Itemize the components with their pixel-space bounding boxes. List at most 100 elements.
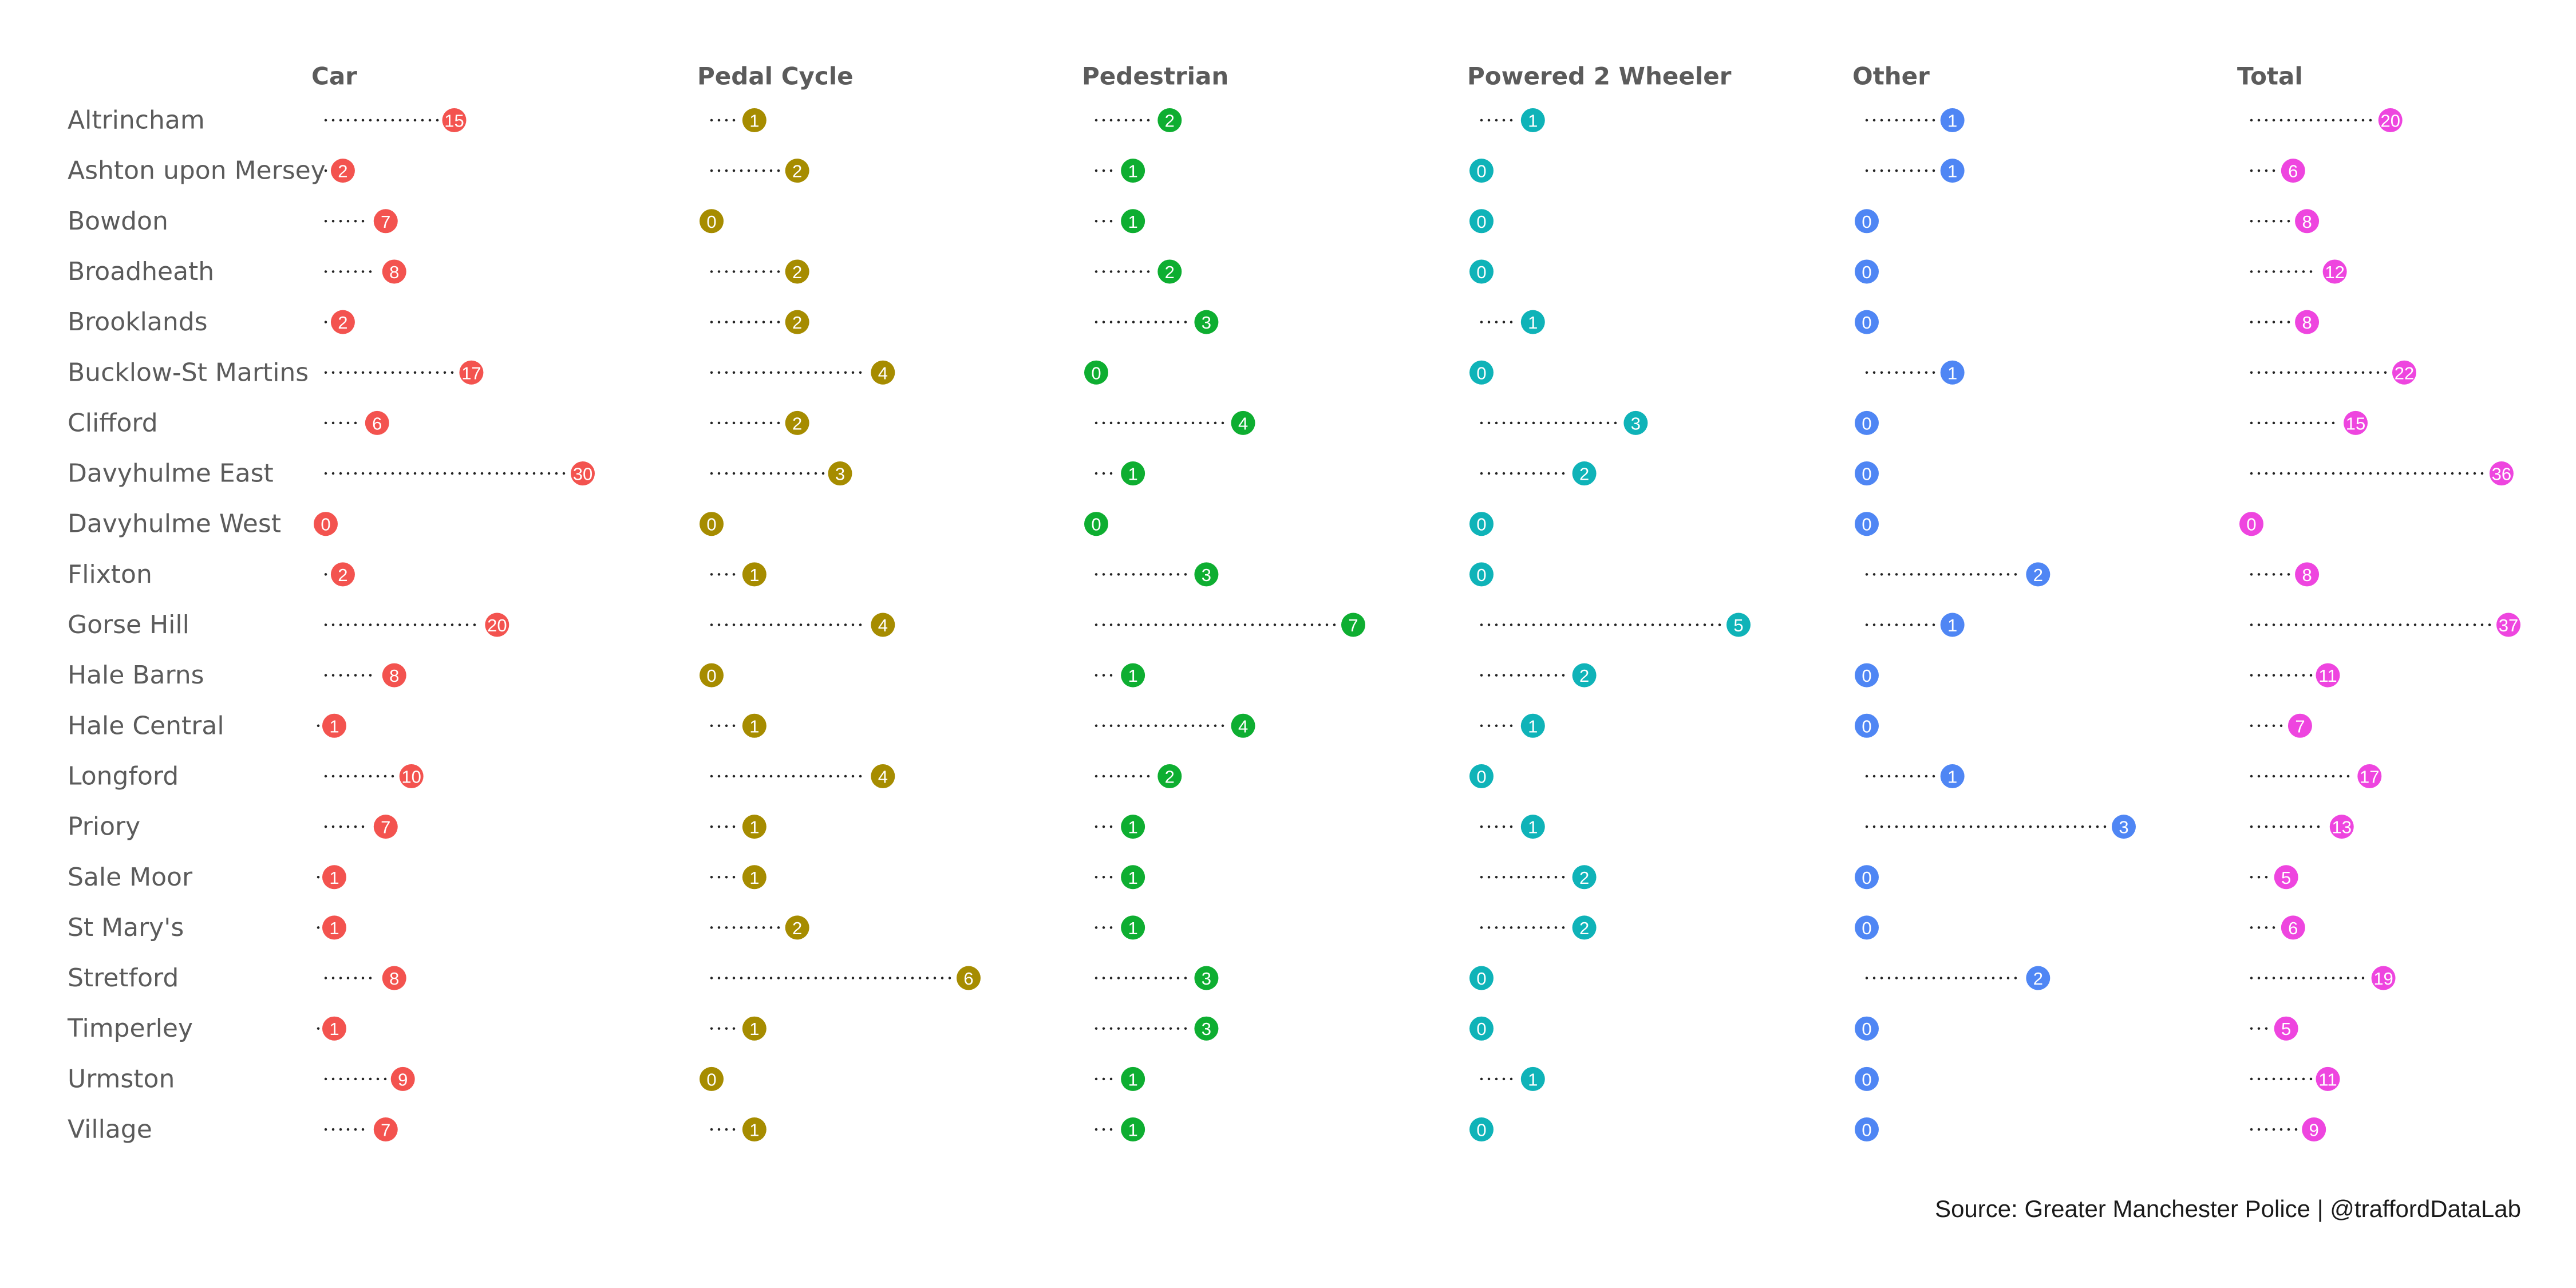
value-label-car-sale-moor: 1 bbox=[329, 868, 339, 888]
value-label-pedestrian-flixton: 3 bbox=[1202, 565, 1211, 585]
value-label-other-priory: 3 bbox=[2119, 817, 2128, 837]
value-label-car-st-mary-s: 1 bbox=[329, 918, 339, 938]
ward-label-st-mary-s: St Mary's bbox=[68, 913, 184, 942]
value-label-pedal-cycle-hale-central: 1 bbox=[749, 716, 759, 736]
value-label-other-flixton: 2 bbox=[2033, 565, 2043, 585]
value-label-powered-2-wheeler-urmston: 1 bbox=[1528, 1069, 1538, 1089]
value-label-car-village: 7 bbox=[381, 1120, 390, 1140]
value-label-other-bowdon: 0 bbox=[1862, 212, 1871, 232]
value-label-car-bowdon: 7 bbox=[381, 212, 390, 232]
value-label-powered-2-wheeler-hale-central: 1 bbox=[1528, 716, 1538, 736]
value-label-powered-2-wheeler-hale-barns: 2 bbox=[1579, 666, 1589, 686]
value-label-powered-2-wheeler-timperley: 0 bbox=[1476, 1019, 1486, 1039]
value-label-pedestrian-brooklands: 3 bbox=[1202, 313, 1211, 333]
value-label-car-stretford: 8 bbox=[389, 969, 399, 989]
value-label-total-village: 9 bbox=[2309, 1120, 2319, 1140]
value-label-car-davyhulme-west: 0 bbox=[321, 515, 330, 535]
value-label-other-urmston: 0 bbox=[1862, 1069, 1871, 1089]
value-label-pedestrian-hale-central: 4 bbox=[1238, 716, 1248, 736]
value-label-total-hale-barns: 11 bbox=[2318, 666, 2337, 686]
value-label-powered-2-wheeler-gorse-hill: 5 bbox=[1733, 615, 1743, 635]
value-label-other-sale-moor: 0 bbox=[1862, 868, 1871, 888]
value-label-other-altrincham: 1 bbox=[1947, 111, 1957, 131]
value-label-pedal-cycle-gorse-hill: 4 bbox=[878, 615, 888, 635]
value-label-total-longford: 17 bbox=[2360, 767, 2379, 787]
value-label-pedal-cycle-davyhulme-east: 3 bbox=[835, 464, 845, 484]
value-label-pedestrian-bucklow-st-martins: 0 bbox=[1091, 363, 1101, 383]
value-label-powered-2-wheeler-ashton-upon-mersey: 0 bbox=[1476, 161, 1486, 181]
value-label-total-hale-central: 7 bbox=[2295, 716, 2305, 736]
value-label-pedestrian-stretford: 3 bbox=[1202, 969, 1211, 989]
value-label-pedal-cycle-brooklands: 2 bbox=[792, 313, 802, 333]
value-label-powered-2-wheeler-village: 0 bbox=[1476, 1120, 1486, 1140]
value-label-total-flixton: 8 bbox=[2302, 565, 2312, 585]
value-label-powered-2-wheeler-davyhulme-east: 2 bbox=[1579, 464, 1589, 484]
value-label-pedal-cycle-village: 1 bbox=[749, 1120, 759, 1140]
value-label-car-flixton: 2 bbox=[338, 565, 347, 585]
value-label-pedestrian-altrincham: 2 bbox=[1165, 111, 1175, 131]
value-label-pedal-cycle-flixton: 1 bbox=[749, 565, 759, 585]
value-label-car-davyhulme-east: 30 bbox=[573, 464, 592, 484]
value-label-powered-2-wheeler-sale-moor: 2 bbox=[1579, 868, 1589, 888]
value-label-total-davyhulme-west: 0 bbox=[2246, 515, 2256, 535]
ward-label-davyhulme-east: Davyhulme East bbox=[68, 459, 274, 488]
value-label-car-brooklands: 2 bbox=[338, 313, 347, 333]
value-label-total-st-mary-s: 6 bbox=[2288, 918, 2298, 938]
value-label-total-ashton-upon-mersey: 6 bbox=[2288, 161, 2298, 181]
column-header-pedal-cycle: Pedal Cycle bbox=[697, 62, 854, 90]
value-label-powered-2-wheeler-davyhulme-west: 0 bbox=[1476, 515, 1486, 535]
value-label-pedestrian-longford: 2 bbox=[1165, 767, 1175, 787]
column-header-other: Other bbox=[1852, 62, 1930, 90]
value-label-powered-2-wheeler-brooklands: 1 bbox=[1528, 313, 1538, 333]
value-label-other-st-mary-s: 0 bbox=[1862, 918, 1871, 938]
value-label-pedestrian-timperley: 3 bbox=[1202, 1019, 1211, 1039]
value-label-other-broadheath: 0 bbox=[1862, 262, 1871, 282]
value-label-powered-2-wheeler-priory: 1 bbox=[1528, 817, 1538, 837]
value-label-pedal-cycle-timperley: 1 bbox=[749, 1019, 759, 1039]
value-label-powered-2-wheeler-bucklow-st-martins: 0 bbox=[1476, 363, 1486, 383]
value-label-pedestrian-davyhulme-east: 1 bbox=[1128, 464, 1138, 484]
ward-label-brooklands: Brooklands bbox=[68, 307, 208, 337]
value-label-other-stretford: 2 bbox=[2033, 969, 2043, 989]
source-caption: Source: Greater Manchester Police | @tra… bbox=[1935, 1195, 2521, 1222]
value-label-powered-2-wheeler-clifford: 3 bbox=[1631, 413, 1641, 433]
ward-label-ashton-upon-mersey: Ashton upon Mersey bbox=[68, 156, 326, 185]
value-label-pedestrian-broadheath: 2 bbox=[1165, 262, 1175, 282]
value-label-car-urmston: 9 bbox=[398, 1069, 408, 1089]
value-label-other-village: 0 bbox=[1862, 1120, 1871, 1140]
value-label-pedestrian-village: 1 bbox=[1128, 1120, 1138, 1140]
value-label-car-clifford: 6 bbox=[372, 413, 382, 433]
value-label-car-altrincham: 15 bbox=[444, 111, 464, 131]
value-label-pedestrian-ashton-upon-mersey: 1 bbox=[1128, 161, 1138, 181]
value-label-powered-2-wheeler-flixton: 0 bbox=[1476, 565, 1486, 585]
ward-label-stretford: Stretford bbox=[68, 963, 179, 993]
value-label-other-brooklands: 0 bbox=[1862, 313, 1871, 333]
ward-label-davyhulme-west: Davyhulme West bbox=[68, 509, 281, 539]
value-label-total-gorse-hill: 37 bbox=[2499, 615, 2518, 635]
value-label-pedal-cycle-hale-barns: 0 bbox=[706, 666, 716, 686]
value-label-pedal-cycle-urmston: 0 bbox=[706, 1069, 716, 1089]
ward-label-hale-central: Hale Central bbox=[68, 711, 224, 740]
value-label-other-hale-central: 0 bbox=[1862, 716, 1871, 736]
value-label-pedal-cycle-altrincham: 1 bbox=[749, 111, 759, 131]
value-label-total-davyhulme-east: 36 bbox=[2492, 464, 2511, 484]
value-label-car-broadheath: 8 bbox=[389, 262, 399, 282]
casualties-dot-chart: Altrincham Ashton upon Mersey Bowdon Broadh… bbox=[67, 62, 2520, 1144]
value-label-pedal-cycle-st-mary-s: 2 bbox=[792, 918, 802, 938]
value-label-other-gorse-hill: 1 bbox=[1947, 615, 1957, 635]
value-label-pedestrian-clifford: 4 bbox=[1238, 413, 1248, 433]
value-label-total-priory: 13 bbox=[2332, 817, 2352, 837]
value-label-powered-2-wheeler-stretford: 0 bbox=[1476, 969, 1486, 989]
ward-label-bowdon: Bowdon bbox=[68, 207, 168, 236]
value-label-total-altrincham: 20 bbox=[2380, 111, 2400, 131]
value-label-total-brooklands: 8 bbox=[2302, 313, 2312, 333]
column-header-pedestrian: Pedestrian bbox=[1082, 62, 1228, 90]
ward-label-broadheath: Broadheath bbox=[68, 257, 214, 286]
value-label-powered-2-wheeler-longford: 0 bbox=[1476, 767, 1486, 787]
value-label-pedestrian-hale-barns: 1 bbox=[1128, 666, 1138, 686]
value-label-powered-2-wheeler-bowdon: 0 bbox=[1476, 212, 1486, 232]
value-label-car-longford: 10 bbox=[401, 767, 421, 787]
value-label-powered-2-wheeler-st-mary-s: 2 bbox=[1579, 918, 1589, 938]
value-label-other-davyhulme-east: 0 bbox=[1862, 464, 1871, 484]
value-label-car-ashton-upon-mersey: 2 bbox=[338, 161, 347, 181]
